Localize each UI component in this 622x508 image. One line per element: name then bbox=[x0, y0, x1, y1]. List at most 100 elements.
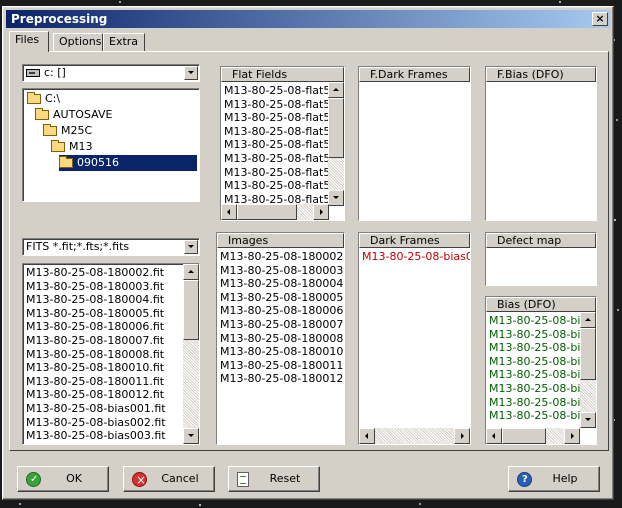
list-item[interactable]: M13-80-25-08-bias bbox=[486, 355, 580, 369]
file-list-scrollbar[interactable] bbox=[183, 264, 199, 444]
flat-fields-list[interactable]: Flat Fields M13-80-25-08-flat5 M13-80-25-… bbox=[220, 66, 345, 221]
folder-open-icon bbox=[51, 140, 65, 152]
list-item[interactable]: M13-80-25-08-bias003.fit bbox=[23, 429, 183, 443]
scroll-left-button[interactable] bbox=[486, 428, 502, 444]
scroll-right-button[interactable] bbox=[454, 428, 470, 444]
list-item[interactable]: M13-80-25-08-180010.fit bbox=[217, 345, 344, 359]
cancel-button[interactable]: Cancel bbox=[123, 466, 215, 492]
list-item[interactable]: M13-80-25-08-flat5 bbox=[221, 125, 329, 139]
bias-hscroll[interactable] bbox=[486, 428, 580, 444]
list-item[interactable]: M13-80-25-08-180006.fit bbox=[23, 320, 183, 334]
scroll-down-button[interactable] bbox=[183, 428, 199, 444]
list-item[interactable]: M13-80-25-08-bias bbox=[486, 341, 580, 355]
tree-node-root[interactable]: C:\ bbox=[27, 91, 60, 107]
file-list[interactable]: M13-80-25-08-180002.fit M13-80-25-08-1800… bbox=[22, 263, 200, 445]
f-bias-list[interactable]: F.Bias (DFO) bbox=[485, 66, 597, 221]
list-item[interactable]: M13-80-25-08-180005.fit bbox=[217, 291, 344, 305]
flat-fields-hscroll[interactable] bbox=[221, 204, 329, 220]
scroll-thumb[interactable] bbox=[502, 428, 546, 444]
bias-vscroll[interactable] bbox=[580, 312, 596, 428]
list-item[interactable]: M13-80-25-08-flat5 bbox=[221, 152, 329, 166]
filter-select[interactable]: FITS *.fit;*.fts;*.fits bbox=[22, 238, 200, 256]
tab-files[interactable]: Files bbox=[9, 31, 49, 52]
list-item[interactable]: M13-80-25-08-180002.fit bbox=[23, 266, 183, 280]
images-list[interactable]: Images M13-80-25-08-180002.fitM13-80-25-… bbox=[216, 232, 345, 445]
scroll-right-button[interactable] bbox=[564, 428, 580, 444]
directory-tree[interactable]: C:\ AUTOSAVE M25C M13 090516 bbox=[22, 88, 200, 202]
list-item[interactable]: M13-80-25-08-bias001.fit bbox=[23, 402, 183, 416]
tab-extra[interactable]: Extra bbox=[103, 33, 145, 51]
list-item[interactable]: M13-80-25-08-bias010 bbox=[359, 250, 470, 264]
scroll-up-button[interactable] bbox=[580, 312, 596, 328]
list-item[interactable]: M13-80-25-08-180007.fit bbox=[23, 334, 183, 348]
bias-items: M13-80-25-08-biasM13-80-25-08-biasM13-80… bbox=[486, 314, 580, 423]
list-item[interactable]: M13-80-25-08-180004.fit bbox=[23, 293, 183, 307]
list-item[interactable]: M13-80-25-08-bias004.fit bbox=[23, 443, 183, 444]
f-bias-header: F.Bias (DFO) bbox=[486, 67, 596, 82]
list-item[interactable]: M13-80-25-08-bias bbox=[486, 409, 580, 423]
scroll-up-button[interactable] bbox=[328, 82, 344, 98]
list-item[interactable]: M13-80-25-08-180011.fit bbox=[23, 375, 183, 389]
list-item[interactable]: M13-80-25-08-bias bbox=[486, 328, 580, 342]
scroll-up-button[interactable] bbox=[183, 264, 199, 280]
scroll-left-button[interactable] bbox=[221, 204, 237, 220]
list-item[interactable]: M13-80-25-08-flat5 bbox=[221, 84, 329, 98]
list-item[interactable]: M13-80-25-08-180002.fit bbox=[217, 250, 344, 264]
list-item[interactable]: M13-80-25-08-flat5 bbox=[221, 98, 329, 112]
list-item[interactable]: M13-80-25-08-flat5 bbox=[221, 111, 329, 125]
defect-map-list[interactable]: Defect map bbox=[485, 232, 597, 286]
list-item[interactable]: M13-80-25-08-bias bbox=[486, 368, 580, 382]
list-item[interactable]: M13-80-25-08-180004.fit bbox=[217, 277, 344, 291]
reset-button[interactable]: Reset bbox=[228, 466, 320, 492]
scroll-thumb[interactable] bbox=[328, 98, 344, 158]
list-item[interactable]: M13-80-25-08-bias bbox=[486, 396, 580, 410]
list-item[interactable]: M13-80-25-08-180008.fit bbox=[217, 332, 344, 346]
list-item[interactable]: M13-80-25-08-180008.fit bbox=[23, 348, 183, 362]
tree-node-m25c[interactable]: M25C bbox=[43, 123, 92, 139]
list-item[interactable]: M13-80-25-08-180006.fit bbox=[217, 304, 344, 318]
list-item[interactable]: M13-80-25-08-180011.fit bbox=[217, 359, 344, 373]
list-item[interactable]: M13-80-25-08-flat5 bbox=[221, 166, 329, 180]
help-button[interactable]: Help bbox=[508, 466, 600, 492]
tab-options[interactable]: Options bbox=[53, 33, 103, 51]
scroll-down-button[interactable] bbox=[580, 412, 596, 428]
flat-fields-header: Flat Fields bbox=[221, 67, 344, 82]
title-bar[interactable]: Preprocessing × bbox=[6, 10, 610, 28]
files-panel: c: [] C:\ AUTOSAVE M25C M13 090516 FITS … bbox=[9, 51, 609, 451]
dropdown-arrow-icon[interactable] bbox=[184, 240, 198, 254]
list-item[interactable]: M13-80-25-08-bias002.fit bbox=[23, 416, 183, 430]
list-item[interactable]: M13-80-25-08-180005.fit bbox=[23, 307, 183, 321]
dark-frames-hscroll[interactable] bbox=[359, 428, 470, 444]
drive-select[interactable]: c: [] bbox=[22, 64, 200, 82]
list-item[interactable]: M13-80-25-08-180003.fit bbox=[217, 264, 344, 278]
list-item[interactable]: M13-80-25-08-180012.fit bbox=[217, 372, 344, 386]
scroll-down-button[interactable] bbox=[328, 190, 344, 206]
dark-frames-list[interactable]: Dark Frames M13-80-25-08-bias010 bbox=[358, 232, 471, 445]
list-item[interactable]: M13-80-25-08-flat5 bbox=[221, 179, 329, 193]
scroll-thumb[interactable] bbox=[580, 328, 596, 380]
close-button[interactable]: × bbox=[592, 12, 608, 26]
folder-open-icon bbox=[43, 124, 57, 136]
tree-node-090516[interactable]: 090516 bbox=[59, 155, 197, 171]
list-item[interactable]: M13-80-25-08-180003.fit bbox=[23, 280, 183, 294]
f-dark-frames-list[interactable]: F.Dark Frames bbox=[358, 66, 471, 221]
dropdown-arrow-icon[interactable] bbox=[184, 66, 198, 80]
preprocessing-window: Preprocessing × Files Options Extra c: [… bbox=[2, 6, 614, 500]
ok-button[interactable]: OK bbox=[17, 466, 109, 492]
filter-value: FITS *.fit;*.fts;*.fits bbox=[26, 240, 130, 253]
tree-node-m13[interactable]: M13 bbox=[51, 139, 93, 155]
list-item[interactable]: M13-80-25-08-180007.fit bbox=[217, 318, 344, 332]
scroll-right-button[interactable] bbox=[313, 204, 329, 220]
scroll-thumb[interactable] bbox=[237, 204, 297, 220]
list-item[interactable]: M13-80-25-08-180010.fit bbox=[23, 361, 183, 375]
scroll-left-button[interactable] bbox=[359, 428, 375, 444]
tree-node-autosave[interactable]: AUTOSAVE bbox=[35, 107, 112, 123]
list-item[interactable]: M13-80-25-08-flat5 bbox=[221, 138, 329, 152]
scroll-thumb[interactable] bbox=[183, 280, 199, 340]
folder-open-icon bbox=[27, 92, 41, 104]
list-item[interactable]: M13-80-25-08-180012.fit bbox=[23, 388, 183, 402]
flat-fields-vscroll[interactable] bbox=[328, 82, 344, 206]
list-item[interactable]: M13-80-25-08-bias bbox=[486, 382, 580, 396]
list-item[interactable]: M13-80-25-08-bias bbox=[486, 314, 580, 328]
bias-list[interactable]: Bias (DFO) M13-80-25-08-biasM13-80-25-08… bbox=[485, 296, 597, 445]
